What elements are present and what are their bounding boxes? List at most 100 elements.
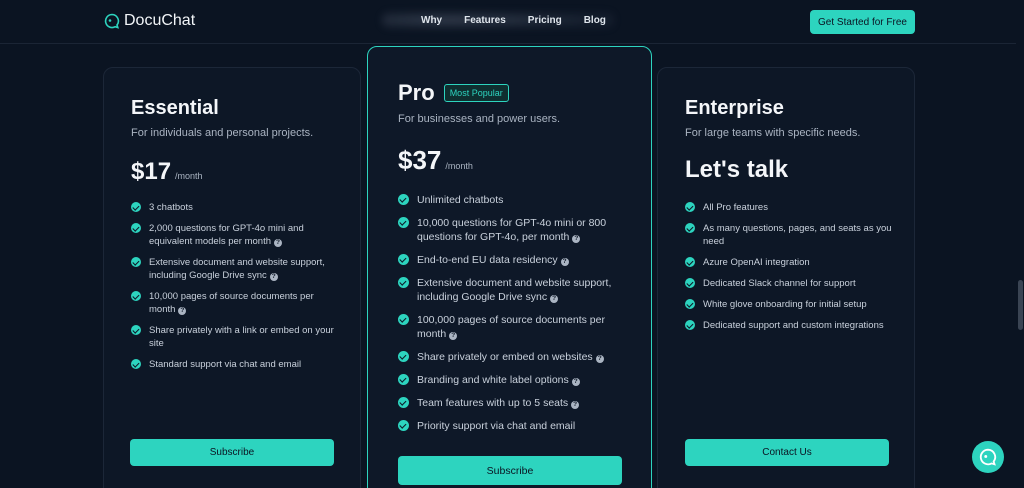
check-icon — [685, 299, 695, 309]
feature-item: 3 chatbots — [131, 201, 341, 214]
subscribe-pro-button[interactable]: Subscribe — [398, 456, 622, 485]
feature-list: Unlimited chatbots 10,000 questions for G… — [398, 193, 633, 442]
plan-name: Essential — [131, 97, 219, 119]
feature-label: Priority support via chat and email — [417, 420, 576, 432]
check-icon — [398, 314, 409, 325]
feature-label: Share privately or embed on websites — [417, 351, 593, 363]
feature-text: 3 chatbots — [149, 201, 193, 214]
feature-item: Azure OpenAI integration — [685, 256, 895, 269]
check-icon — [131, 223, 141, 233]
feature-item: End-to-end EU data residency? — [398, 253, 633, 267]
feature-item: Priority support via chat and email — [398, 419, 633, 433]
check-icon — [685, 257, 695, 267]
check-icon — [398, 374, 409, 385]
feature-list: All Pro features As many questions, pages… — [685, 201, 895, 340]
nav-features[interactable]: Features — [464, 15, 506, 26]
nav-blog[interactable]: Blog — [584, 15, 606, 26]
feature-label: 100,000 pages of source documents per mo… — [417, 314, 605, 340]
feature-text: Priority support via chat and email — [417, 419, 575, 433]
check-icon — [398, 351, 409, 362]
help-icon[interactable]: ? — [274, 239, 282, 247]
feature-item: Branding and white label options? — [398, 373, 633, 387]
feature-text: All Pro features — [703, 201, 768, 214]
feature-text: Branding and white label options? — [417, 373, 580, 387]
plan-period: /month — [445, 161, 473, 171]
feature-label: Extensive document and website support, … — [149, 257, 325, 281]
feature-label: Team features with up to 5 seats — [417, 397, 569, 409]
feature-text: Dedicated support and custom integration… — [703, 319, 884, 332]
check-icon — [131, 291, 141, 301]
feature-text: As many questions, pages, and seats as y… — [703, 222, 895, 248]
plan-subtitle: For large teams with specific needs. — [685, 127, 861, 139]
plan-card-essential: Essential For individuals and personal p… — [103, 67, 361, 488]
nav-pricing[interactable]: Pricing — [528, 15, 562, 26]
check-icon — [398, 420, 409, 431]
main-nav: Why Features Pricing Blog — [421, 15, 606, 26]
feature-label: Azure OpenAI integration — [703, 257, 810, 268]
feature-text: Extensive document and website support, … — [417, 276, 633, 304]
nav-why[interactable]: Why — [421, 15, 442, 26]
check-icon — [131, 325, 141, 335]
check-icon — [398, 277, 409, 288]
check-icon — [685, 278, 695, 288]
site-header: DocuChat Why Features Pricing Blog Get S… — [0, 0, 1024, 44]
most-popular-badge: Most Popular — [443, 84, 509, 102]
feature-item: Share privately or embed on websites? — [398, 350, 633, 364]
feature-item: Extensive document and website support, … — [398, 276, 633, 304]
check-icon — [685, 223, 695, 233]
feature-label: As many questions, pages, and seats as y… — [703, 223, 892, 247]
feature-item: Dedicated support and custom integration… — [685, 319, 895, 332]
feature-text: Standard support via chat and email — [149, 358, 301, 371]
subscribe-essential-button[interactable]: Subscribe — [130, 439, 334, 466]
help-icon[interactable]: ? — [572, 235, 581, 243]
feature-label: Unlimited chatbots — [417, 194, 504, 206]
feature-text: Dedicated Slack channel for support — [703, 277, 856, 290]
help-icon[interactable]: ? — [560, 258, 569, 266]
check-icon — [398, 217, 409, 228]
feature-text: End-to-end EU data residency? — [417, 253, 569, 267]
help-icon[interactable]: ? — [595, 355, 604, 363]
plan-price: $37 — [398, 145, 442, 175]
scrollbar-thumb[interactable] — [1018, 280, 1023, 330]
feature-text: 2,000 questions for GPT-4o mini and equi… — [149, 222, 341, 248]
help-icon[interactable]: ? — [571, 401, 580, 409]
feature-text: 10,000 questions for GPT-4o mini or 800 … — [417, 216, 633, 244]
feature-item: Extensive document and website support, … — [131, 256, 341, 282]
contact-us-button[interactable]: Contact Us — [685, 439, 889, 466]
feature-text: Share privately or embed on websites? — [417, 350, 604, 364]
feature-item: Team features with up to 5 seats? — [398, 396, 633, 410]
feature-text: White glove onboarding for initial setup — [703, 298, 867, 311]
check-icon — [131, 359, 141, 369]
page-scrollbar[interactable] — [1016, 0, 1024, 488]
brand-logo[interactable]: DocuChat — [104, 11, 195, 31]
feature-text: Team features with up to 5 seats? — [417, 396, 580, 410]
help-icon[interactable]: ? — [269, 273, 278, 281]
plan-card-pro: Pro Most Popular For businesses and powe… — [367, 46, 652, 488]
feature-text: 10,000 pages of source documents per mon… — [149, 290, 341, 316]
check-icon — [685, 320, 695, 330]
brand-name: DocuChat — [124, 12, 196, 29]
help-icon[interactable]: ? — [550, 295, 559, 303]
chat-logo-icon — [104, 13, 120, 29]
feature-label: 3 chatbots — [149, 202, 193, 213]
feature-label: Share privately with a link or embed on … — [149, 325, 334, 349]
check-icon — [131, 257, 141, 267]
feature-text: Extensive document and website support, … — [149, 256, 341, 282]
check-icon — [685, 202, 695, 212]
plan-price: $17 — [131, 158, 172, 185]
check-icon — [131, 202, 141, 212]
feature-item: All Pro features — [685, 201, 895, 214]
plan-subtitle: For businesses and power users. — [398, 113, 561, 125]
feature-item: Share privately with a link or embed on … — [131, 324, 341, 350]
feature-label: Dedicated support and custom integration… — [703, 320, 884, 331]
help-icon[interactable]: ? — [449, 332, 458, 340]
feature-label: All Pro features — [703, 202, 768, 213]
help-icon[interactable]: ? — [571, 378, 580, 386]
chat-widget-button[interactable] — [972, 441, 1004, 473]
get-started-button[interactable]: Get Started for Free — [810, 10, 915, 34]
plan-card-enterprise: Enterprise For large teams with specific… — [657, 67, 915, 488]
feature-list: 3 chatbots 2,000 questions for GPT-4o min… — [131, 201, 341, 379]
help-icon[interactable]: ? — [178, 307, 187, 315]
feature-text: Azure OpenAI integration — [703, 256, 810, 269]
feature-item: 10,000 questions for GPT-4o mini or 800 … — [398, 216, 633, 244]
